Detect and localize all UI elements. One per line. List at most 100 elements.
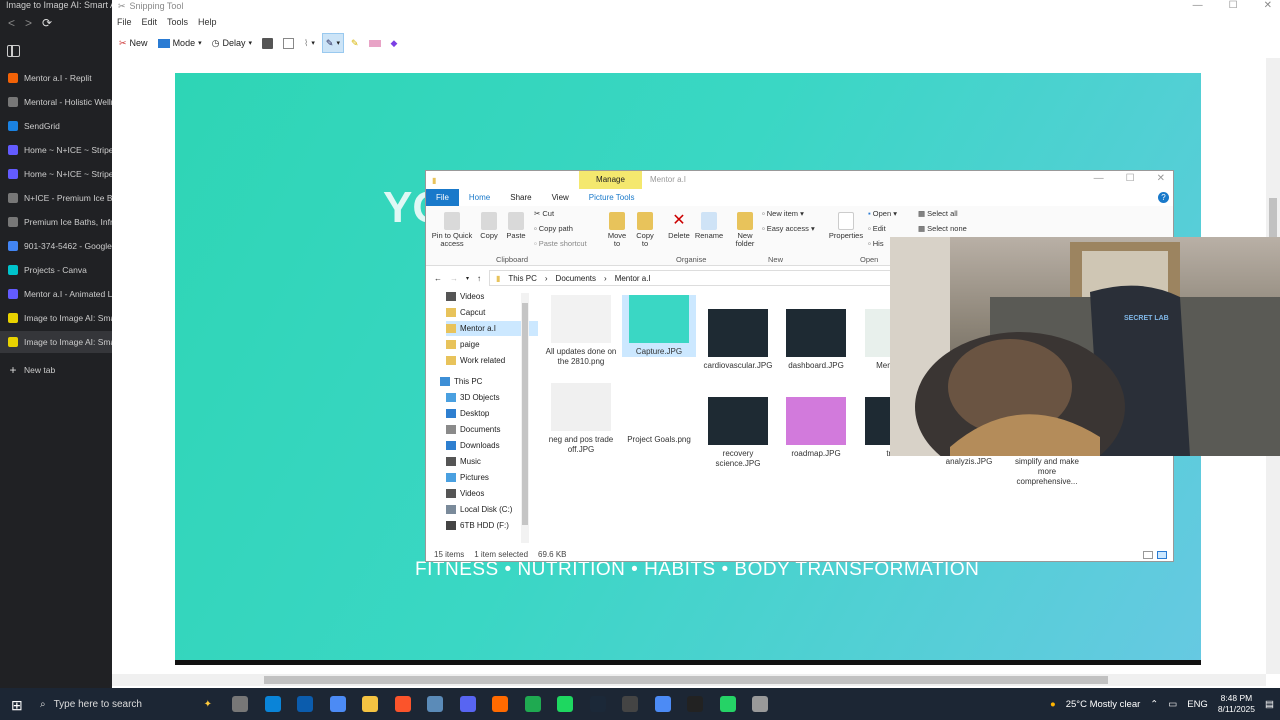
nav-item[interactable]: This PC xyxy=(440,374,532,389)
back-arrow-icon[interactable]: < xyxy=(8,16,15,30)
delete-button[interactable]: ✕ Delete xyxy=(666,212,692,240)
new-item-button[interactable]: ▫ New item ▾ xyxy=(762,210,804,218)
file-item[interactable]: roadmap.JPG xyxy=(779,397,853,459)
mode-button[interactable]: Mode ▾ xyxy=(155,33,205,53)
chrome-icon[interactable] xyxy=(329,696,346,712)
app-icon[interactable] xyxy=(622,696,638,712)
file-item[interactable]: All updates done on the 2810.png xyxy=(544,295,618,367)
browser-tab[interactable]: SendGrid xyxy=(0,115,112,137)
app-icon[interactable] xyxy=(427,696,443,712)
nav-scrollbar[interactable] xyxy=(521,293,529,543)
breadcrumb-documents[interactable]: Documents xyxy=(556,274,596,283)
clock[interactable]: 8:48 PM 8/11/2025 xyxy=(1218,693,1255,715)
select-all-button[interactable]: ▦ Select all xyxy=(918,210,958,218)
browser-tab[interactable]: Image to Image AI: Smar xyxy=(0,331,112,353)
scroll-thumb[interactable] xyxy=(522,303,528,525)
paste-shortcut-button[interactable]: ▫ Paste shortcut xyxy=(534,240,587,248)
minimize-icon[interactable]: — xyxy=(1094,173,1104,184)
menu-file[interactable]: File xyxy=(117,17,132,27)
network-icon[interactable]: ▭ xyxy=(1168,699,1177,710)
forward-arrow-icon[interactable]: > xyxy=(25,16,32,30)
maximize-icon[interactable]: ☐ xyxy=(1126,173,1135,184)
highlighter-button[interactable]: ✎ xyxy=(348,33,362,53)
task-view-icon[interactable] xyxy=(232,696,248,712)
language-indicator[interactable]: ENG xyxy=(1187,699,1208,710)
close-icon[interactable]: ✕ xyxy=(1264,0,1272,11)
notification-icon[interactable]: ▤ xyxy=(1265,699,1274,710)
menu-tools[interactable]: Tools xyxy=(167,17,188,27)
reload-icon[interactable]: ⟳ xyxy=(42,16,52,30)
back-arrow-icon[interactable]: ← xyxy=(434,274,442,283)
paste-button[interactable]: Paste xyxy=(504,212,528,240)
manage-tab[interactable]: Manage xyxy=(579,171,642,189)
open-button[interactable]: ▪ Open ▾ xyxy=(868,210,897,218)
forward-arrow-icon[interactable]: → xyxy=(450,274,458,283)
capcut-icon[interactable] xyxy=(687,696,703,712)
move-to-button[interactable]: Move to xyxy=(606,212,628,248)
browser-tab[interactable]: Premium Ice Baths, Infra xyxy=(0,211,112,233)
history-button[interactable]: ▫ His xyxy=(868,240,884,248)
discord-icon[interactable] xyxy=(459,696,476,712)
file-item[interactable]: recovery science.JPG xyxy=(701,397,775,469)
steam-icon[interactable] xyxy=(589,696,606,712)
copy-button[interactable]: Copy xyxy=(478,212,500,240)
tray-chevron-icon[interactable]: ⌃ xyxy=(1150,699,1158,710)
delay-button[interactable]: ◷ Delay ▾ xyxy=(209,33,255,53)
file-item[interactable]: dashboard.JPG xyxy=(779,309,853,371)
browser-tab[interactable]: Home ~ N+ICE ~ Stripe xyxy=(0,163,112,185)
spotify-icon[interactable] xyxy=(557,696,573,712)
taskbar-search[interactable]: ⌕ Type here to search ✦ xyxy=(32,688,212,720)
tab-file[interactable]: File xyxy=(426,189,459,206)
file-item[interactable]: Project Goals.png xyxy=(622,383,696,445)
file-explorer-icon[interactable] xyxy=(362,696,378,712)
snipping-tool-icon[interactable] xyxy=(752,696,768,712)
edit-button[interactable]: ▫ Edit xyxy=(868,225,886,233)
app-icon[interactable] xyxy=(492,696,508,712)
breadcrumb-mentor[interactable]: Mentor a.I xyxy=(615,274,651,283)
browser-tab[interactable]: Mentor a.I - Replit xyxy=(0,67,112,89)
weather-text[interactable]: 25°C Mostly clear xyxy=(1066,699,1141,710)
windows-start-icon[interactable]: ⊞ xyxy=(11,697,23,714)
file-item[interactable]: simplify and make more comprehensive... xyxy=(1010,457,1084,487)
excel-icon[interactable] xyxy=(524,696,541,712)
sidebar-toggle-icon[interactable] xyxy=(7,45,20,57)
whatsapp-icon[interactable] xyxy=(719,696,736,712)
tab-home[interactable]: Home xyxy=(459,193,500,202)
file-item[interactable]: neg and pos trade off.JPG xyxy=(544,383,618,455)
browser-tab[interactable]: 901-374-5462 - Google A xyxy=(0,235,112,257)
new-tab-button[interactable]: + New tab xyxy=(0,359,112,381)
horizontal-scrollbar[interactable] xyxy=(112,674,1266,686)
help-icon[interactable]: ? xyxy=(1158,192,1169,203)
paint3d-button[interactable]: ◆ xyxy=(388,33,401,53)
breadcrumb-this-pc[interactable]: This PC xyxy=(508,274,536,283)
tab-share[interactable]: Share xyxy=(500,193,541,202)
copy-path-button[interactable]: ▫ Copy path xyxy=(534,225,573,233)
chevron-down-icon[interactable]: ▾ xyxy=(466,275,469,282)
maximize-icon[interactable]: ☐ xyxy=(1229,0,1238,11)
copy-to-button[interactable]: Copy to xyxy=(634,212,656,248)
minimize-icon[interactable]: — xyxy=(1193,0,1203,11)
close-icon[interactable]: ✕ xyxy=(1157,173,1165,184)
browser-tab[interactable]: Mentoral - Holistic Welln xyxy=(0,91,112,113)
cut-button[interactable]: ✂ Cut xyxy=(534,210,554,218)
scroll-thumb[interactable] xyxy=(264,676,1108,684)
chrome-icon[interactable] xyxy=(654,696,671,712)
properties-button[interactable]: Properties xyxy=(826,212,866,240)
browser-tab[interactable]: Home ~ N+ICE ~ Stripe xyxy=(0,139,112,161)
tab-picture-tools[interactable]: Picture Tools xyxy=(579,193,645,202)
menu-help[interactable]: Help xyxy=(198,17,217,27)
file-item[interactable]: Capture.JPG xyxy=(622,295,696,357)
browser-tab[interactable]: Projects - Canva xyxy=(0,259,112,281)
easy-access-button[interactable]: ▫ Easy access ▾ xyxy=(762,225,815,233)
details-view-icon[interactable] xyxy=(1143,551,1153,559)
file-item[interactable]: analyzis.JPG xyxy=(932,457,1006,467)
tab-view[interactable]: View xyxy=(542,193,579,202)
edge-icon[interactable] xyxy=(264,696,281,712)
save-button[interactable] xyxy=(259,33,276,53)
pen-button[interactable]: ✎ ▾ xyxy=(321,33,344,53)
new-folder-button[interactable]: New folder xyxy=(732,212,758,248)
browser-tab[interactable]: Mentor a.I - Animated Lo xyxy=(0,283,112,305)
browser-tab[interactable]: N+ICE - Premium Ice Bat xyxy=(0,187,112,209)
large-icons-view-icon[interactable] xyxy=(1157,551,1167,559)
copy-button[interactable] xyxy=(280,33,297,53)
